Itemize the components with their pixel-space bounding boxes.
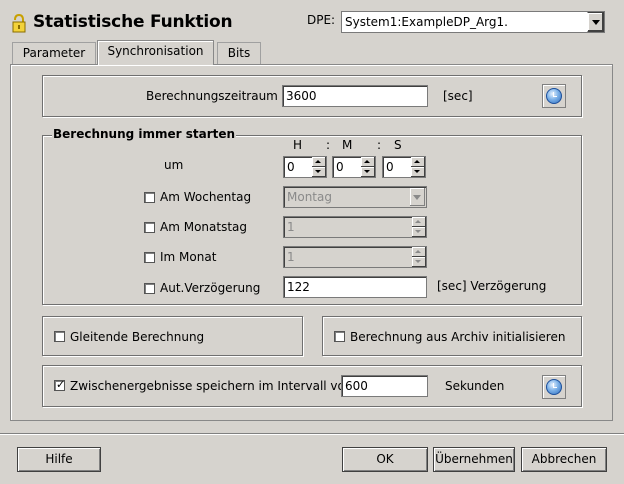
time-header-s: S — [394, 138, 402, 152]
time-header-sep1: : — [326, 138, 331, 152]
second-up-button[interactable] — [411, 157, 425, 167]
minute-value: 0 — [336, 160, 344, 174]
monatstag-down-button[interactable] — [412, 227, 426, 237]
berechnungszeitraum-unit: [sec] — [443, 89, 473, 103]
monatstag-value: 1 — [287, 220, 295, 234]
minute-down-button[interactable] — [361, 167, 375, 177]
monat-up-button[interactable] — [412, 247, 426, 257]
wochentag-dropdown-button[interactable] — [410, 188, 425, 206]
monat-label: Im Monat — [160, 250, 217, 264]
time-header-h: H — [293, 138, 303, 152]
wochentag-label: Am Wochentag — [160, 190, 252, 204]
verzoegerung-value: 122 — [287, 280, 310, 294]
chevron-down-icon — [413, 195, 421, 200]
dpe-dropdown-button[interactable] — [587, 12, 604, 32]
hour-up-button[interactable] — [312, 157, 326, 167]
hour-down-button[interactable] — [312, 167, 326, 177]
cancel-button[interactable]: Abbrechen — [521, 447, 607, 472]
monatstag-checkbox[interactable] — [144, 222, 155, 233]
dpe-value: System1:ExampleDP_Arg1. — [345, 15, 508, 29]
berechnung-starten-title: Berechnung immer starten — [52, 127, 237, 141]
zwischen-unit: Sekunden — [445, 379, 505, 393]
verzoegerung-label: Aut.Verzögerung — [160, 281, 261, 295]
second-value: 0 — [386, 160, 394, 174]
lock-icon — [12, 14, 26, 33]
tab-synchronisation[interactable]: Synchronisation — [97, 40, 214, 65]
footer-separator — [0, 433, 624, 435]
clock-button-zwischen[interactable] — [542, 375, 566, 399]
hour-value: 0 — [287, 160, 295, 174]
archiv-checkbox[interactable] — [334, 331, 345, 342]
monatstag-up-button[interactable] — [412, 217, 426, 227]
um-label: um — [164, 158, 184, 172]
dpe-select[interactable]: System1:ExampleDP_Arg1. — [341, 11, 605, 33]
gleitende-label: Gleitende Berechnung — [70, 330, 205, 344]
tab-parameter[interactable]: Parameter — [12, 42, 96, 64]
wochentag-checkbox[interactable] — [144, 192, 155, 203]
check-icon: ✓ — [56, 378, 66, 391]
second-down-button[interactable] — [411, 167, 425, 177]
hour-spinner[interactable]: 0 — [283, 156, 327, 178]
second-spinner[interactable]: 0 — [382, 156, 426, 178]
minute-up-button[interactable] — [361, 157, 375, 167]
wochentag-value: Montag — [287, 190, 332, 204]
chevron-down-icon — [592, 20, 600, 25]
zwischen-checkbox[interactable]: ✓ — [54, 378, 66, 391]
verzoegerung-checkbox[interactable] — [144, 283, 155, 294]
verzoegerung-input[interactable]: 122 — [283, 276, 427, 298]
gleitende-checkbox[interactable] — [54, 331, 65, 342]
monat-spinner[interactable]: 1 — [283, 246, 427, 268]
archiv-label: Berechnung aus Archiv initialisieren — [350, 330, 566, 344]
verzoegerung-unit: [sec] Verzögerung — [437, 279, 547, 293]
window-title: Statistische Funktion — [33, 12, 233, 32]
clock-button-zeitraum[interactable] — [542, 84, 566, 108]
tab-bits[interactable]: Bits — [217, 42, 261, 64]
apply-button[interactable]: Übernehmen — [433, 447, 515, 472]
monat-value: 1 — [287, 250, 295, 264]
time-header-m: M — [342, 138, 353, 152]
minute-spinner[interactable]: 0 — [332, 156, 376, 178]
monatstag-label: Am Monatstag — [160, 220, 247, 234]
help-button[interactable]: Hilfe — [17, 447, 101, 472]
zwischen-label: Zwischenergebnisse speichern im Interval… — [70, 379, 353, 393]
clock-icon — [546, 379, 562, 395]
monat-checkbox[interactable] — [144, 252, 155, 263]
zwischen-input[interactable]: 600 — [341, 375, 428, 397]
berechnungszeitraum-input[interactable]: 3600 — [282, 85, 428, 107]
berechnungszeitraum-label: Berechnungszeitraum — [146, 89, 278, 103]
dpe-label: DPE: — [307, 13, 336, 27]
berechnungszeitraum-value: 3600 — [286, 89, 317, 103]
wochentag-select[interactable]: Montag — [283, 186, 427, 208]
monat-down-button[interactable] — [412, 257, 426, 267]
monatstag-spinner[interactable]: 1 — [283, 216, 427, 238]
time-header-sep2: : — [377, 138, 382, 152]
ok-button[interactable]: OK — [342, 447, 428, 472]
zwischen-value: 600 — [345, 379, 368, 393]
clock-icon — [546, 88, 562, 104]
